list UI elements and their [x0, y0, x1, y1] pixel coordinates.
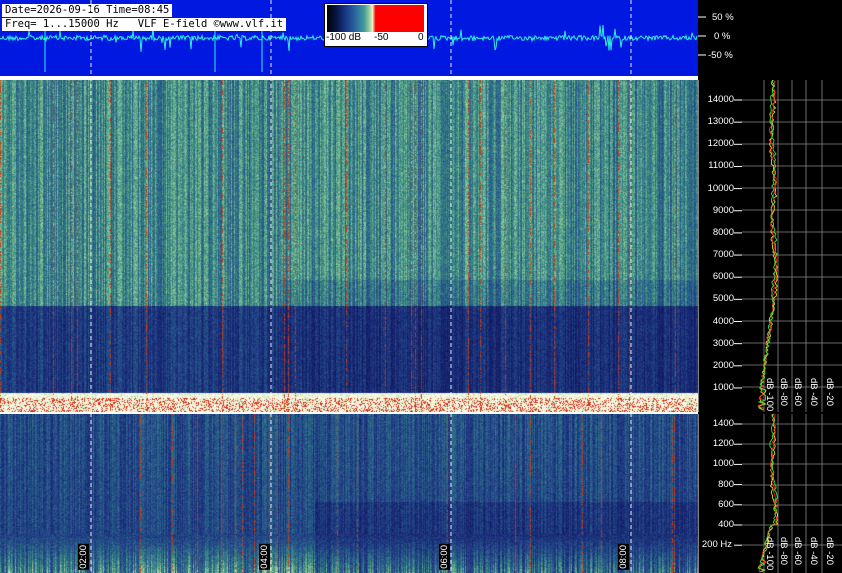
db-label-upper-60: dB -60 [792, 378, 803, 406]
lower-freq-label: 800 [718, 478, 734, 490]
db-label-lower-100: dB -100 [764, 537, 775, 571]
lower-freq-label: 1000 [712, 458, 734, 470]
upper-freq-label: 1000 [712, 381, 734, 393]
upper-average-spectrum [742, 80, 842, 412]
lower-freq-label: 200 Hz [701, 539, 732, 551]
upper-freq-label: 8000 [712, 226, 734, 238]
wave-scale-zero: 0 % [714, 31, 731, 42]
lower-freq-label: 1200 [712, 438, 734, 450]
db-label-upper-40: dB -40 [808, 378, 819, 406]
lower-freq-label: 1400 [712, 418, 734, 429]
upper-freq-label: 10000 [707, 182, 734, 194]
db-label-lower-40: dB -40 [808, 537, 819, 565]
upper-freq-label: 12000 [707, 138, 734, 150]
upper-freq-label: 5000 [712, 293, 734, 305]
time-label-0800: 08:00 [618, 544, 629, 570]
time-label-0200: 02:00 [78, 544, 89, 570]
wave-scale-neg: -50 % [708, 50, 733, 61]
wave-scale-ticks [698, 16, 706, 56]
upper-freq-label: 4000 [712, 315, 734, 327]
db-label-upper-80: dB -80 [778, 378, 789, 406]
upper-freq-label: 13000 [707, 116, 734, 128]
lower-freq-label: 400 [718, 519, 734, 530]
db-label-upper-100: dB -100 [764, 378, 775, 412]
upper-freq-label: 7000 [712, 249, 734, 261]
upper-freq-label: 11000 [708, 160, 734, 172]
upper-freq-label: 3000 [712, 337, 734, 349]
upper-freq-label: 2000 [712, 359, 734, 371]
lower-freq-label: 600 [718, 498, 734, 510]
upper-freq-label: 9000 [712, 204, 734, 216]
upper-freq-label: 6000 [712, 271, 734, 283]
time-label-0400: 04:00 [259, 544, 270, 570]
time-gridlines [90, 0, 632, 573]
db-label-lower-60: dB -60 [792, 537, 803, 565]
time-label-0600: 06:00 [439, 544, 450, 570]
upper-freq-label: 14000 [707, 94, 734, 105]
wave-scale-pos: 50 % [712, 12, 734, 23]
db-label-lower-20: dB -20 [824, 537, 835, 565]
db-label-lower-80: dB -80 [778, 537, 789, 565]
db-label-upper-20: dB -20 [824, 378, 835, 406]
